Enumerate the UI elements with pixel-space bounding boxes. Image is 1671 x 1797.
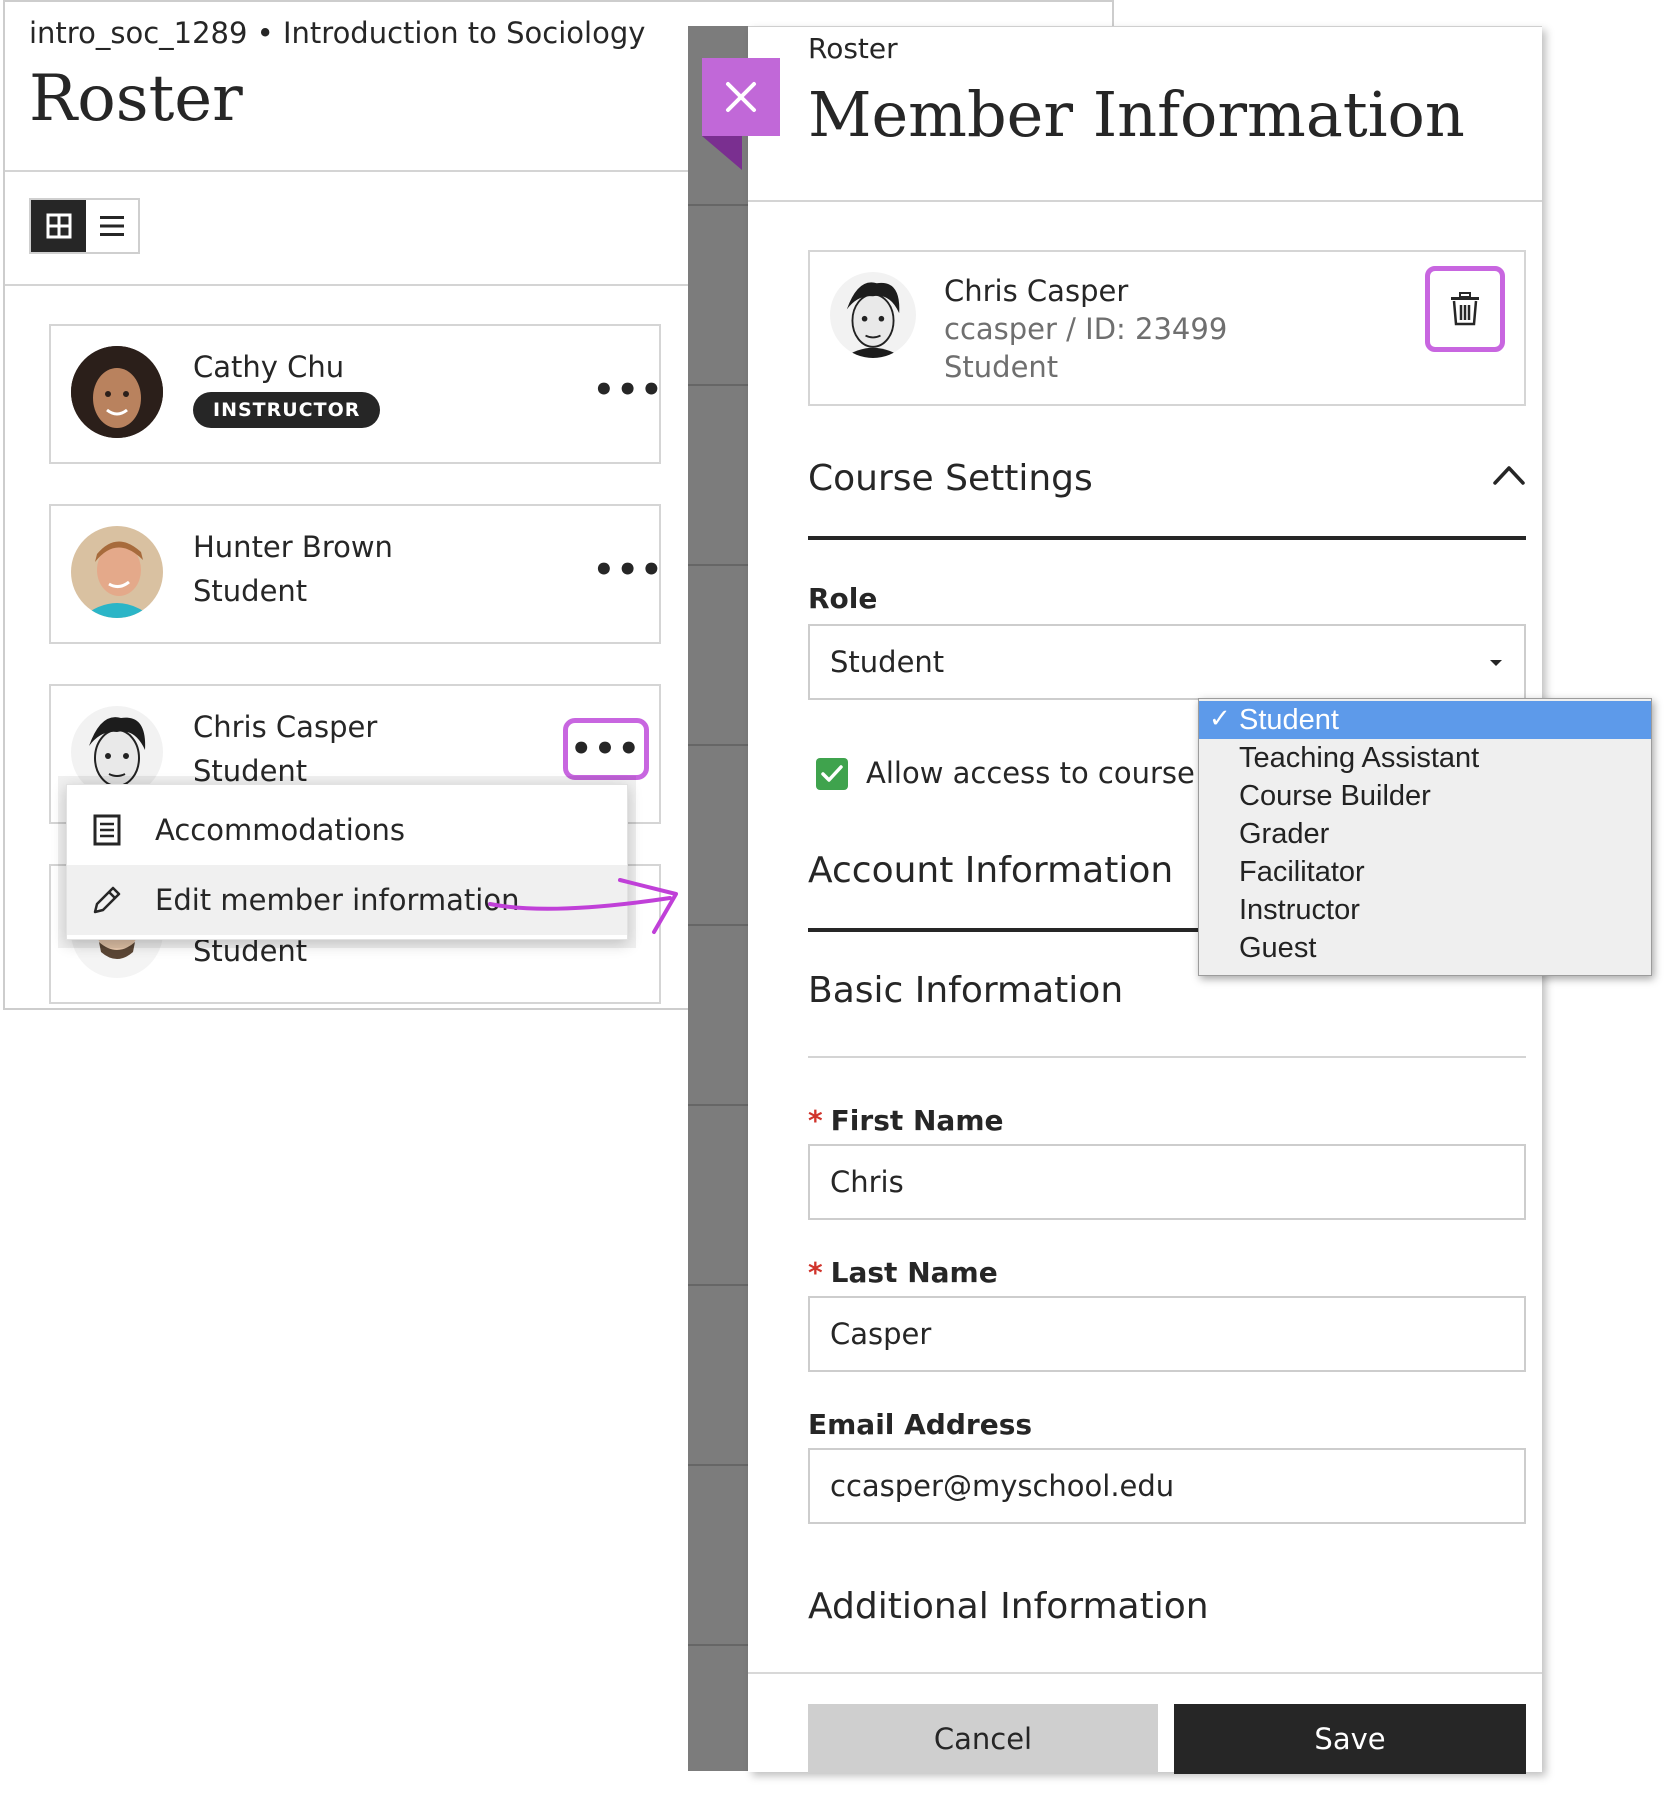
- trash-icon: [1451, 292, 1479, 326]
- allow-access-checkbox[interactable]: [816, 758, 848, 790]
- menu-item-label: Edit member information: [155, 883, 520, 917]
- caret-down-icon: [1490, 660, 1502, 666]
- role-select[interactable]: Student: [808, 624, 1526, 700]
- role-select-value: Student: [830, 645, 945, 679]
- close-tab-fold: [702, 136, 742, 170]
- required-mark: *: [808, 1256, 823, 1289]
- role-option-instructor[interactable]: Instructor: [1199, 891, 1651, 929]
- first-name-field[interactable]: Chris: [808, 1144, 1526, 1220]
- checkmark-icon: [821, 765, 843, 782]
- member-role: Student: [193, 754, 308, 788]
- menu-item-label: Accommodations: [155, 813, 406, 847]
- role-label: Role: [808, 582, 878, 615]
- member-role: Student: [193, 574, 308, 608]
- more-options-button[interactable]: •••: [593, 550, 664, 590]
- role-option-facilitator[interactable]: Facilitator: [1199, 853, 1651, 891]
- role-dropdown-list: ✓ Student Teaching Assistant Course Buil…: [1198, 698, 1652, 976]
- more-options-button-focused[interactable]: •••: [563, 718, 649, 780]
- divider: [748, 200, 1542, 202]
- avatar: [71, 346, 163, 438]
- breadcrumb[interactable]: Roster: [808, 32, 898, 65]
- member-role: Student: [944, 350, 1059, 384]
- required-mark: *: [808, 1104, 823, 1137]
- panel-backdrop: [688, 26, 748, 1771]
- section-divider: [808, 536, 1526, 540]
- role-option-grader[interactable]: Grader: [1199, 815, 1651, 853]
- role-option-course-builder[interactable]: Course Builder: [1199, 777, 1651, 815]
- member-card[interactable]: Hunter Brown Student •••: [49, 504, 664, 644]
- email-label: Email Address: [808, 1408, 1033, 1441]
- more-options-button[interactable]: •••: [593, 370, 664, 410]
- allow-access-label[interactable]: Allow access to course: [866, 756, 1195, 790]
- first-name-label: * First Name: [808, 1104, 1004, 1137]
- member-name[interactable]: Cathy Chu: [193, 350, 344, 384]
- member-summary-card: Chris Casper ccasper / ID: 23499 Student: [808, 250, 1526, 406]
- cancel-button[interactable]: Cancel: [808, 1704, 1158, 1774]
- additional-information-heading[interactable]: Additional Information: [808, 1586, 1209, 1627]
- close-icon: [726, 82, 756, 112]
- role-option-teaching-assistant[interactable]: Teaching Assistant: [1199, 739, 1651, 777]
- page-title: Roster: [29, 62, 243, 136]
- chevron-up-icon[interactable]: [1492, 464, 1526, 486]
- annotation-arrow-icon: [488, 878, 678, 934]
- avatar: [71, 526, 163, 618]
- role-option-student[interactable]: ✓ Student: [1199, 701, 1651, 739]
- panel-title: Member Information: [808, 78, 1465, 151]
- checkmark-icon: ✓: [1209, 703, 1231, 733]
- grid-icon: [46, 213, 71, 239]
- remove-member-button[interactable]: [1425, 266, 1505, 352]
- view-toggle: [29, 198, 140, 254]
- document-list-icon: [89, 814, 125, 846]
- course-title: intro_soc_1289 • Introduction to Sociolo…: [29, 16, 646, 50]
- divider: [808, 1056, 1526, 1058]
- member-username-id: ccasper / ID: 23499: [944, 312, 1228, 346]
- member-name[interactable]: Hunter Brown: [193, 530, 393, 564]
- list-icon: [100, 216, 124, 236]
- save-button[interactable]: Save: [1174, 1704, 1526, 1774]
- account-information-heading[interactable]: Account Information: [808, 850, 1173, 891]
- menu-item-accommodations[interactable]: Accommodations: [67, 795, 627, 865]
- course-settings-heading[interactable]: Course Settings: [808, 458, 1093, 499]
- pencil-icon: [89, 884, 125, 916]
- close-button[interactable]: [702, 58, 780, 136]
- last-name-field[interactable]: Casper: [808, 1296, 1526, 1372]
- member-card[interactable]: Cathy Chu INSTRUCTOR •••: [49, 324, 664, 464]
- member-name[interactable]: Chris Casper: [193, 710, 377, 744]
- footer-divider: [748, 1672, 1542, 1674]
- last-name-label: * Last Name: [808, 1256, 998, 1289]
- member-name: Chris Casper: [944, 274, 1129, 308]
- role-option-guest[interactable]: Guest: [1199, 929, 1651, 967]
- instructor-badge: INSTRUCTOR: [193, 392, 381, 428]
- basic-information-heading: Basic Information: [808, 970, 1124, 1011]
- grid-view-button[interactable]: [31, 200, 86, 252]
- email-field[interactable]: ccasper@myschool.edu: [808, 1448, 1526, 1524]
- avatar: [830, 272, 916, 358]
- list-view-button[interactable]: [86, 200, 138, 252]
